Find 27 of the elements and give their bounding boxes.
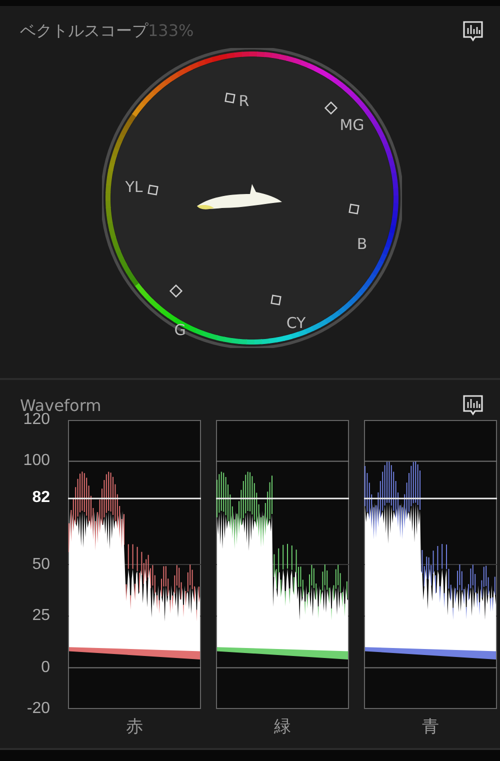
target-marker [148,184,158,196]
zoom-level: 133% [148,20,194,40]
target-marker [324,101,338,115]
channel-label: 赤 [126,716,143,738]
scale-label: 82 [32,490,50,506]
scale-label: -20 [26,701,50,717]
channel-label: 緑 [274,716,291,738]
scale-label: 100 [23,453,50,470]
panel-title: ベクトルスコープ [20,20,148,42]
target-marker [270,294,282,306]
target-label: B [356,235,368,254]
target-label: R [238,92,250,110]
panel-title: Waveform [20,396,102,414]
scale-label: 120 [23,412,50,428]
target-label: CY [286,314,306,332]
channel-label: 青 [422,716,439,738]
target-marker [224,92,236,104]
target-label: G [174,321,186,340]
scale-label: 50 [32,556,50,572]
scope-settings-icon[interactable] [462,20,484,42]
scale-label: 0 [41,660,50,676]
target-marker [348,204,360,214]
target-marker [169,284,183,298]
scope-settings-icon[interactable] [462,394,484,416]
target-label: YL [125,178,143,196]
scale-label: 25 [32,608,50,624]
target-label: MG [340,116,364,134]
